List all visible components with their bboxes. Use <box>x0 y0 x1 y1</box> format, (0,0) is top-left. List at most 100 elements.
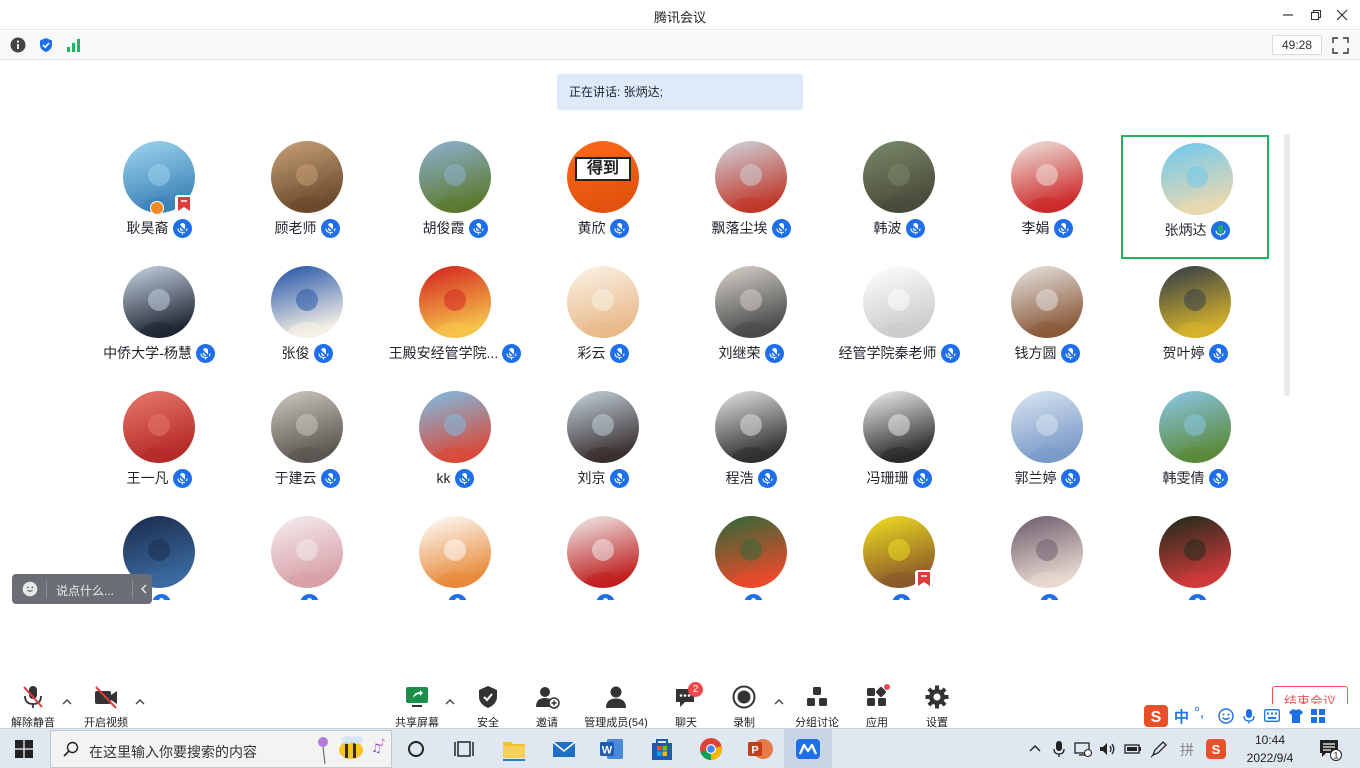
tray-battery-icon[interactable] <box>1124 741 1142 757</box>
participant-avatar <box>123 391 195 463</box>
participant-tile[interactable]: 耿昊裔 <box>85 135 233 259</box>
taskbar-search-box[interactable]: 在这里输入你要搜索的内容 ♫ ♪ <box>50 730 392 768</box>
manage-members-button[interactable]: 管理成员(54) <box>580 680 652 729</box>
participant-tile[interactable] <box>529 510 677 600</box>
participant-name-row: 黄欣 <box>529 218 677 238</box>
participant-tile[interactable] <box>1121 510 1269 600</box>
windows-taskbar: 在这里输入你要搜索的内容 ♫ ♪ W P 拼 S 10:44 2022/9/4 … <box>0 728 1360 768</box>
tray-microphone-icon[interactable] <box>1052 740 1066 758</box>
tray-input-lang-icon[interactable]: 拼 <box>1180 740 1194 760</box>
emoji-icon[interactable] <box>22 581 38 597</box>
notification-center-icon[interactable]: 1 <box>1318 737 1342 761</box>
participant-avatar <box>567 516 639 588</box>
chrome-icon[interactable] <box>697 735 725 763</box>
settings-button[interactable]: 设置 <box>917 680 957 729</box>
tray-chevron-up-icon[interactable] <box>1028 743 1042 753</box>
microphone-muted-icon <box>609 468 629 488</box>
video-options-chevron-icon[interactable] <box>135 698 145 709</box>
record-options-chevron-icon[interactable] <box>774 698 784 709</box>
participant-tile[interactable] <box>677 510 825 600</box>
participant-tile[interactable]: 冯珊珊 <box>825 385 973 509</box>
invite-button[interactable]: 邀请 <box>527 680 567 729</box>
grid-scrollbar[interactable] <box>1284 134 1290 396</box>
tray-volume-icon[interactable] <box>1098 740 1116 758</box>
microphone-muted-icon <box>1053 218 1073 238</box>
participant-tile[interactable]: 中侨大学-杨慧 <box>85 260 233 384</box>
microphone-muted-icon <box>320 218 340 238</box>
participant-avatar <box>1159 266 1231 338</box>
task-view-icon[interactable] <box>450 735 478 763</box>
participant-tile[interactable]: 顾老师 <box>233 135 381 259</box>
keyboard-icon[interactable] <box>1264 709 1280 722</box>
microphone-muted-icon <box>1060 468 1080 488</box>
apps-button[interactable]: 应用 <box>857 680 897 729</box>
tray-sogou-icon[interactable]: S <box>1206 739 1226 759</box>
participant-tile[interactable]: 胡俊霞 <box>381 135 529 259</box>
participant-avatar <box>271 391 343 463</box>
microphone-muted-icon <box>172 218 192 238</box>
participant-tile[interactable]: 贺叶婷 <box>1121 260 1269 384</box>
skin-shirt-icon[interactable] <box>1288 708 1304 724</box>
cortana-icon[interactable] <box>402 735 430 763</box>
record-button[interactable]: 录制 <box>724 680 764 729</box>
participant-tile[interactable]: 刘继荣 <box>677 260 825 384</box>
participant-tile[interactable]: 王一凡 <box>85 385 233 509</box>
participant-tile[interactable]: 张炳达 <box>1121 135 1269 259</box>
tray-network-icon[interactable] <box>1074 740 1092 758</box>
participant-tile[interactable] <box>825 510 973 600</box>
tencent-meeting-icon[interactable] <box>794 735 822 763</box>
security-button[interactable]: 安全 <box>468 680 508 729</box>
punctuation-icon[interactable]: °, <box>1194 704 1204 721</box>
participant-tile[interactable] <box>233 510 381 600</box>
participant-tile[interactable] <box>381 510 529 600</box>
participant-tile[interactable]: 刘京 <box>529 385 677 509</box>
participant-tile[interactable]: kk <box>381 385 529 509</box>
participant-name-row <box>677 593 825 600</box>
chat-button[interactable]: 聊天 2 <box>666 680 706 729</box>
participant-tile[interactable]: 韩雯倩 <box>1121 385 1269 509</box>
participant-tile[interactable]: 飘落尘埃 <box>677 135 825 259</box>
participant-tile[interactable]: 程浩 <box>677 385 825 509</box>
participant-tile[interactable]: 得到 黄欣 <box>529 135 677 259</box>
participant-tile[interactable]: 于建云 <box>233 385 381 509</box>
participant-tile[interactable]: 韩波 <box>825 135 973 259</box>
share-options-chevron-icon[interactable] <box>445 698 455 709</box>
participant-tile[interactable]: 李娟 <box>973 135 1121 259</box>
word-icon[interactable]: W <box>598 735 626 763</box>
participant-tile[interactable]: 张俊 <box>233 260 381 384</box>
participant-tile[interactable]: 彩云 <box>529 260 677 384</box>
sogou-logo-icon[interactable]: S <box>1144 705 1168 727</box>
participant-tile[interactable]: 郭兰婷 <box>973 385 1121 509</box>
microphone-muted-icon <box>757 468 777 488</box>
participant-name-row: 李娟 <box>973 218 1121 238</box>
ime-mode[interactable]: 中 <box>1174 706 1189 727</box>
windows-start-icon[interactable] <box>15 740 33 758</box>
chat-quick-input[interactable]: 说点什么... <box>12 574 152 604</box>
ime-toolbar: S 中 °, <box>1142 704 1350 728</box>
share-screen-button[interactable]: 共享屏幕 <box>392 680 442 729</box>
powerpoint-icon[interactable]: P <box>746 735 774 763</box>
file-explorer-icon[interactable] <box>500 735 528 763</box>
store-icon[interactable] <box>648 735 676 763</box>
participant-name: 王殿安经管学院... <box>388 345 499 361</box>
tray-pen-icon[interactable] <box>1150 740 1168 758</box>
participant-tile[interactable] <box>973 510 1121 600</box>
chevron-left-icon[interactable] <box>140 584 148 594</box>
microphone-speaking-icon <box>1210 220 1230 240</box>
participant-tile[interactable]: 王殿安经管学院... <box>381 260 529 384</box>
participant-avatar <box>419 266 491 338</box>
start-video-button[interactable]: 开启视频 <box>80 680 132 729</box>
taskbar-clock[interactable]: 10:44 2022/9/4 <box>1238 731 1302 767</box>
participant-avatar <box>1011 266 1083 338</box>
breakout-button[interactable]: 分组讨论 <box>792 680 842 729</box>
participant-tile[interactable]: 钱方圆 <box>973 260 1121 384</box>
unmute-button[interactable]: 解除静音 <box>8 680 58 729</box>
audio-options-chevron-icon[interactable] <box>62 698 72 709</box>
participant-tile[interactable]: 经管学院秦老师 <box>825 260 973 384</box>
participant-name-row: 冯珊珊 <box>825 468 973 488</box>
mail-icon[interactable] <box>550 735 578 763</box>
voice-input-icon[interactable] <box>1242 708 1256 724</box>
smiley-icon[interactable] <box>1218 708 1234 724</box>
toolbox-grid-icon[interactable] <box>1310 708 1326 724</box>
participant-name: 黄欣 <box>577 220 606 236</box>
